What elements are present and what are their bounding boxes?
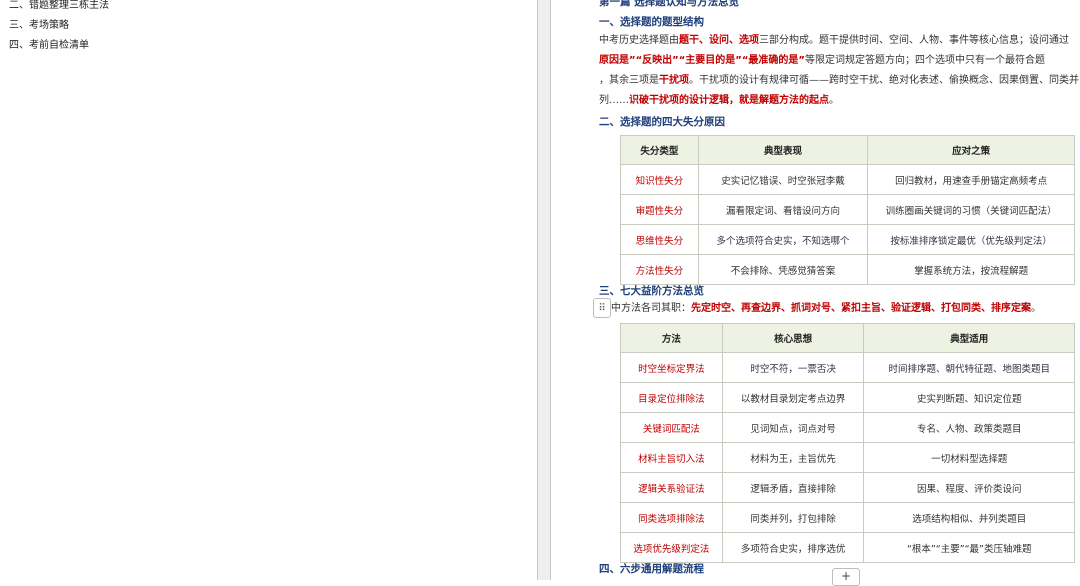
table-cell: 同类选项排除法 (620, 502, 723, 533)
text: 。干扰项的设计有规律可循——跨时空干扰、绝对化表述、偷换概念、因果倒置、同类并 (689, 75, 1079, 86)
add-block-button[interactable]: + (832, 568, 860, 586)
table-row: 方法性失分 不会排除、凭感觉猜答案 掌握系统方法，按流程解题 (620, 254, 1075, 285)
table-cell: 知识性失分 (620, 164, 699, 195)
column-header: 典型表现 (697, 135, 869, 165)
table-cell: 时空不符，一票否决 (721, 352, 865, 383)
highlight-text: 原因是”“反映出”“主要目的是”“最准确的是” (599, 55, 806, 66)
table-cell: 按标准排序锁定最优（优先级判定法） (867, 224, 1075, 255)
column-header: 方法 (620, 323, 723, 353)
table-cell: 时空坐标定界法 (620, 352, 723, 383)
table-row: 时空坐标定界法 时空不符，一票否决 时间排序题、朝代特征题、地图类题目 (620, 352, 1075, 383)
paragraph-line: 中考历史选择题由题干、设问、选项三部分构成。题干提供时间、空间、人物、事件等核心… (599, 31, 1069, 51)
text: 。 (829, 95, 839, 106)
part-heading: 第一篇 选择题认知与方法总览 (599, 0, 740, 8)
text: 三部分构成。题干提供时间、空间、人物、事件等核心信息；设问通过 (759, 35, 1069, 46)
table-cell: 掌握系统方法，按流程解题 (867, 254, 1075, 285)
table-header-row: 失分类型 典型表现 应对之策 (620, 135, 1075, 165)
table-cell: 以教材目录划定考点边界 (721, 382, 865, 413)
text: 中方法各司其职： (611, 303, 691, 314)
outline-item[interactable]: 三、考场策略 (9, 19, 69, 33)
table-cell: 思维性失分 (620, 224, 699, 255)
table-cell: 回归教材，用速查手册锚定高频考点 (867, 164, 1075, 195)
table-cell: 关键词匹配法 (620, 412, 723, 443)
outline-panel: 二、错题整理三栋主法 三、考场策略 四、考前自检清单 (0, 0, 537, 580)
paragraph-line: 列……识破干扰项的设计逻辑，就是解题方法的起点。 (599, 91, 839, 111)
table-cell: 见词知点，词点对号 (721, 412, 865, 443)
failure-causes-table: 失分类型 典型表现 应对之策 知识性失分 史实记忆错误、时空张冠李戴 回归教材，… (620, 135, 1075, 285)
panel-divider[interactable] (537, 0, 551, 580)
outline-item[interactable]: 二、错题整理三栋主法 (9, 0, 109, 13)
table-cell: 因果、程度、评价类设问 (863, 472, 1075, 503)
text: 等限定词规定答题方向；四个选项中只有一个最符合题 (805, 55, 1046, 66)
text: 列…… (599, 95, 629, 106)
table-row: 关键词匹配法 见词知点，词点对号 专名、人物、政策类题目 (620, 412, 1075, 443)
table-cell: “根本”“主要”“最”类压轴难题 (863, 532, 1075, 563)
highlight-text: 题干、设问、选项 (679, 35, 759, 46)
column-header: 失分类型 (620, 135, 699, 165)
table-cell: 选项优先级判定法 (620, 532, 723, 563)
section-heading: 四、六步通用解题流程 (599, 563, 704, 575)
table-cell: 时间排序题、朝代特征题、地图类题目 (863, 352, 1075, 383)
text: 。 (1031, 303, 1041, 314)
table-row: 材料主旨切入法 材料为王，主旨优先 一切材料型选择题 (620, 442, 1075, 473)
table-header-row: 方法 核心思想 典型适用 (620, 323, 1075, 353)
table-cell: 逻辑关系验证法 (620, 472, 723, 503)
table-cell: 漏看限定词、看错设问方向 (697, 194, 869, 225)
table-row: 目录定位排除法 以教材目录划定考点边界 史实判断题、知识定位题 (620, 382, 1075, 413)
section-heading: 三、七大益阶方法总览 (599, 285, 704, 297)
table-row: 思维性失分 多个选项符合史实，不知选哪个 按标准排序锁定最优（优先级判定法） (620, 224, 1075, 255)
table-cell: 同类并列，打包排除 (721, 502, 865, 533)
table-cell: 逻辑矛盾，直接排除 (721, 472, 865, 503)
table-cell: 材料主旨切入法 (620, 442, 723, 473)
table-row: 知识性失分 史实记忆错误、时空张冠李戴 回归教材，用速查手册锚定高频考点 (620, 164, 1075, 195)
paragraph-line: 原因是”“反映出”“主要目的是”“最准确的是”等限定词规定答题方向；四个选项中只… (599, 51, 1045, 71)
column-header: 典型适用 (863, 323, 1075, 353)
table-cell: 史实记忆错误、时空张冠李戴 (697, 164, 869, 195)
plus-icon: + (840, 569, 852, 583)
table-cell: 多项符合史实，排序选优 (721, 532, 865, 563)
document-page: 第一篇 选择题认知与方法总览 一、选择题的题型结构 中考历史选择题由题干、设问、… (551, 0, 1080, 580)
table-row: 同类选项排除法 同类并列，打包排除 选项结构相似、并列类题目 (620, 502, 1075, 533)
text: ，其余三项是 (599, 75, 659, 86)
table-cell: 材料为王，主旨优先 (721, 442, 865, 473)
table-cell: 一切材料型选择题 (863, 442, 1075, 473)
highlight-text: 干扰项 (659, 75, 689, 86)
text: 中考历史选择题由 (599, 35, 679, 46)
table-cell: 方法性失分 (620, 254, 699, 285)
table-cell: 专名、人物、政策类题目 (863, 412, 1075, 443)
paragraph-line: 中方法各司其职：先定时空、再查边界、抓词对号、紧扣主旨、验证逻辑、打包同类、排序… (611, 299, 1041, 319)
drag-handle-icon: ⠿ (598, 302, 606, 314)
section-heading: 二、选择题的四大失分原因 (599, 116, 725, 128)
section-heading: 一、选择题的题型结构 (599, 16, 704, 28)
paragraph-line: ，其余三项是干扰项。干扰项的设计有规律可循——跨时空干扰、绝对化表述、偷换概念、… (599, 71, 1079, 91)
table-row: 逻辑关系验证法 逻辑矛盾，直接排除 因果、程度、评价类设问 (620, 472, 1075, 503)
table-row: 选项优先级判定法 多项符合史实，排序选优 “根本”“主要”“最”类压轴难题 (620, 532, 1075, 563)
outline-item[interactable]: 四、考前自检清单 (9, 39, 89, 53)
block-drag-handle[interactable]: ⠿ (593, 298, 611, 318)
column-header: 应对之策 (867, 135, 1075, 165)
table-cell: 不会排除、凭感觉猜答案 (697, 254, 869, 285)
table-row: 审题性失分 漏看限定词、看错设问方向 训练圈画关键词的习惯（关键词匹配法） (620, 194, 1075, 225)
highlight-text: 先定时空、再查边界、抓词对号、紧扣主旨、验证逻辑、打包同类、排序定案 (691, 303, 1031, 314)
table-cell: 目录定位排除法 (620, 382, 723, 413)
methods-table: 方法 核心思想 典型适用 时空坐标定界法 时空不符，一票否决 时间排序题、朝代特… (620, 323, 1075, 563)
table-cell: 多个选项符合史实，不知选哪个 (697, 224, 869, 255)
table-cell: 审题性失分 (620, 194, 699, 225)
highlight-text: 识破干扰项的设计逻辑，就是解题方法的起点 (629, 95, 829, 106)
table-cell: 选项结构相似、并列类题目 (863, 502, 1075, 533)
column-header: 核心思想 (721, 323, 865, 353)
table-cell: 训练圈画关键词的习惯（关键词匹配法） (867, 194, 1075, 225)
table-cell: 史实判断题、知识定位题 (863, 382, 1075, 413)
